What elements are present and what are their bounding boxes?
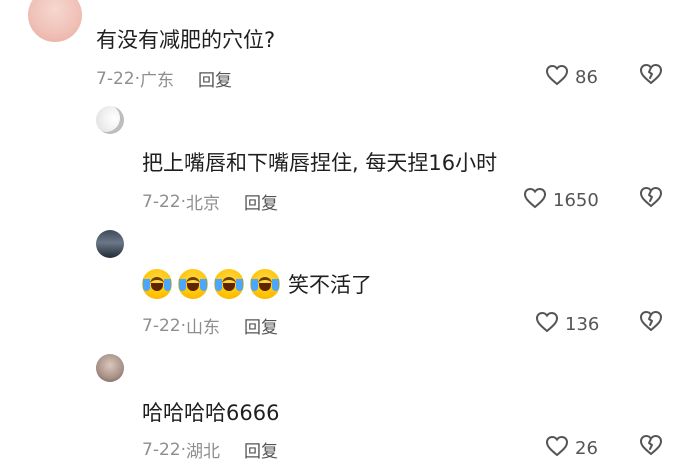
comment-date: 7-22 xyxy=(142,315,181,336)
comment-text: 把上嘴唇和下嘴唇捏住, 每天捏16小时 xyxy=(142,151,498,175)
heart-icon xyxy=(545,435,569,462)
dislike-button[interactable] xyxy=(638,310,664,336)
like-button[interactable]: 136 xyxy=(535,311,599,338)
reply-button[interactable]: 回复 xyxy=(244,189,278,214)
heart-icon xyxy=(523,187,547,214)
heart-icon xyxy=(535,311,559,338)
dislike-button[interactable] xyxy=(638,63,664,89)
comment-meta: 7-22 · 广东 回复 xyxy=(96,66,232,92)
broken-heart-icon xyxy=(639,434,663,460)
like-count: 86 xyxy=(575,67,598,88)
comment-text: 有没有减肥的穴位? xyxy=(96,28,276,52)
comment-location: 山东 xyxy=(186,318,220,338)
laughing-crying-emoji-icon xyxy=(214,269,244,299)
comment-meta: 7-22 · 山东 回复 xyxy=(142,313,278,339)
like-button[interactable]: 1650 xyxy=(523,187,599,214)
reply-button[interactable]: 回复 xyxy=(244,437,278,462)
comment-date: 7-22 xyxy=(96,68,135,89)
laughing-crying-emoji-icon xyxy=(142,269,172,299)
broken-heart-icon xyxy=(639,310,663,336)
like-count: 1650 xyxy=(553,190,599,211)
dislike-button[interactable] xyxy=(638,186,664,212)
laughing-crying-emoji-icon xyxy=(178,269,208,299)
reply-button[interactable]: 回复 xyxy=(244,313,278,338)
like-count: 26 xyxy=(575,438,598,459)
broken-heart-icon xyxy=(639,63,663,89)
heart-icon xyxy=(545,64,569,91)
comment-location: 湖北 xyxy=(186,442,220,462)
comment-meta: 7-22 · 湖北 回复 xyxy=(142,437,278,463)
dislike-button[interactable] xyxy=(638,434,664,460)
comment-location: 北京 xyxy=(186,194,220,214)
broken-heart-icon xyxy=(639,186,663,212)
comment-text: 哈哈哈哈6666 xyxy=(142,401,280,425)
comment-date: 7-22 xyxy=(142,439,181,460)
emoji-row: 笑不活了 xyxy=(142,269,372,299)
like-count: 136 xyxy=(565,314,600,335)
avatar[interactable] xyxy=(96,354,124,382)
comment-text: 笑不活了 xyxy=(288,273,372,297)
like-button[interactable]: 26 xyxy=(545,435,598,462)
comment-location: 广东 xyxy=(140,71,174,91)
reply-button[interactable]: 回复 xyxy=(198,66,232,91)
comment-date: 7-22 xyxy=(142,191,181,212)
laughing-crying-emoji-icon xyxy=(250,269,280,299)
avatar[interactable] xyxy=(96,230,124,258)
avatar[interactable] xyxy=(28,0,82,42)
avatar[interactable] xyxy=(96,106,124,134)
like-button[interactable]: 86 xyxy=(545,64,598,91)
comment-meta: 7-22 · 北京 回复 xyxy=(142,189,278,215)
